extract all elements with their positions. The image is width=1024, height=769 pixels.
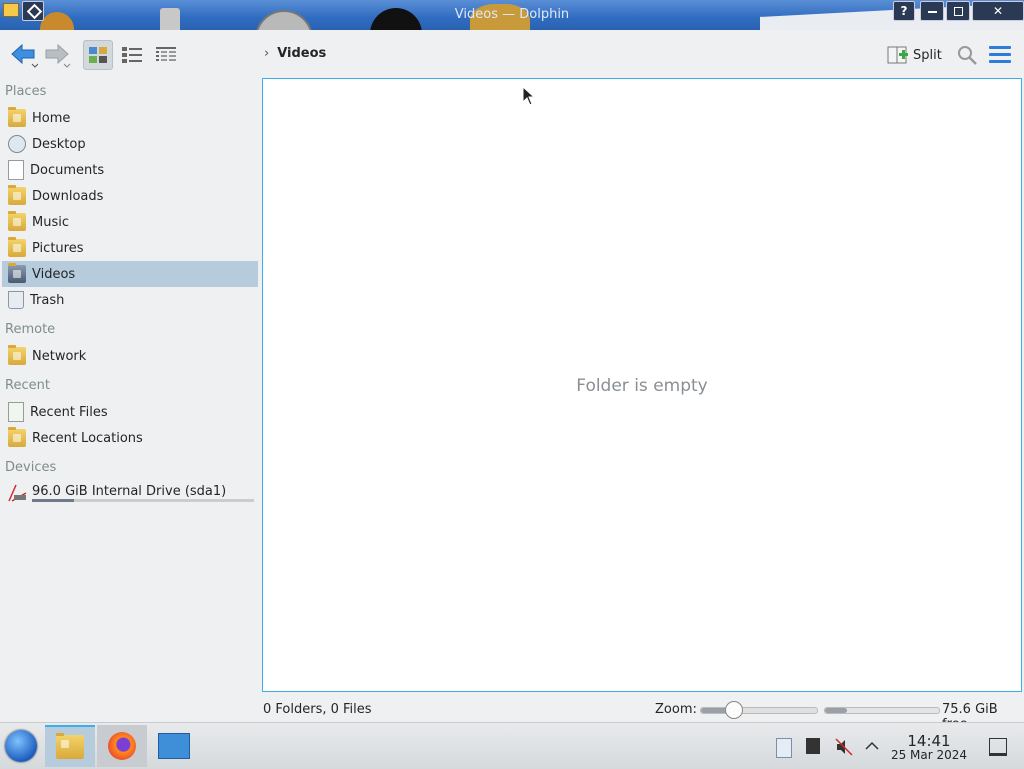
- hamburger-menu-button[interactable]: [989, 46, 1011, 64]
- mouse-cursor-icon: [522, 86, 536, 106]
- recent-locations-icon: [8, 427, 26, 447]
- pictures-folder-icon: [8, 237, 26, 257]
- help-button[interactable]: ?: [893, 1, 915, 21]
- disk-space-fill: [825, 708, 847, 713]
- sidebar-item-documents[interactable]: Documents: [2, 157, 258, 183]
- section-title-places: Places: [5, 84, 47, 99]
- recent-files-icon: [8, 402, 24, 422]
- sidebar-item-recent-files[interactable]: Recent Files: [2, 399, 258, 425]
- breadcrumb-videos[interactable]: Videos: [277, 46, 326, 61]
- volume-muted-icon[interactable]: [835, 738, 853, 756]
- sidebar-item-label: Home: [32, 110, 71, 126]
- music-folder-icon: [8, 211, 26, 231]
- documents-icon: [8, 160, 24, 180]
- start-menu-button[interactable]: [5, 730, 37, 762]
- split-button[interactable]: Split: [887, 44, 942, 66]
- drive-usage-fill: [32, 499, 75, 502]
- sidebar-item-music[interactable]: Music: [2, 209, 258, 235]
- sidebar-item-recent-locations[interactable]: Recent Locations: [2, 425, 258, 451]
- breadcrumb[interactable]: › Videos: [264, 46, 326, 61]
- clipboard-icon[interactable]: [776, 738, 792, 758]
- sidebar-item-label: Videos: [32, 266, 76, 282]
- sidebar-item-label: Trash: [30, 292, 65, 308]
- chevron-up-icon[interactable]: [864, 738, 882, 756]
- sidebar-item-label: Recent Files: [30, 404, 108, 420]
- clock-date[interactable]: 25 Mar 2024: [890, 748, 968, 762]
- window-title: Videos — Dolphin: [454, 7, 570, 22]
- zoom-label: Zoom:: [655, 702, 697, 717]
- compact-view-button[interactable]: [117, 40, 147, 70]
- split-view-icon: [887, 46, 908, 64]
- icons-view-button[interactable]: [83, 40, 113, 70]
- places-panel: Places Home Desktop Documents Downloads …: [0, 78, 260, 698]
- sidebar-item-label: Downloads: [32, 188, 104, 204]
- disk-space-bar: [824, 707, 940, 714]
- sidebar-item-trash[interactable]: Trash: [2, 287, 258, 313]
- system-settings-icon: [158, 733, 190, 759]
- minimize-button[interactable]: [920, 1, 944, 21]
- videos-folder-icon: [8, 263, 26, 283]
- show-desktop-button[interactable]: [989, 738, 1007, 756]
- search-button[interactable]: [956, 44, 978, 66]
- sidebar-item-videos[interactable]: Videos: [2, 261, 258, 287]
- back-button[interactable]: [10, 42, 39, 68]
- section-title-recent: Recent: [5, 378, 50, 393]
- sidebar-item-label: Documents: [30, 162, 105, 178]
- task-dolphin[interactable]: [45, 725, 95, 767]
- zoom-slider[interactable]: [700, 701, 818, 719]
- file-manager-icon: [56, 733, 84, 759]
- compact-view-icon: [122, 47, 142, 63]
- sidebar-item-pictures[interactable]: Pictures: [2, 235, 258, 261]
- downloads-folder-icon: [8, 185, 26, 205]
- network-folder-icon: [8, 345, 26, 365]
- desktop-folder-icon: [8, 135, 26, 153]
- section-title-remote: Remote: [5, 322, 56, 337]
- back-arrow-icon: [11, 43, 39, 68]
- split-label: Split: [913, 47, 942, 63]
- forward-arrow-icon: [45, 43, 71, 68]
- maximize-icon: [953, 7, 963, 16]
- home-folder-icon: [8, 107, 26, 127]
- hamburger-menu-icon: [989, 46, 1011, 63]
- drive-icon: [8, 484, 27, 502]
- window-titlebar[interactable]: Videos — Dolphin ? ✕: [0, 0, 1024, 30]
- section-title-devices: Devices: [5, 460, 57, 475]
- folder-summary: 0 Folders, 0 Files: [263, 702, 372, 717]
- task-system-settings[interactable]: [149, 725, 199, 767]
- taskbar: 14:41 25 Mar 2024: [0, 722, 1024, 769]
- sidebar-item-label: Pictures: [32, 240, 84, 256]
- sidebar-item-label: Desktop: [32, 136, 86, 152]
- forward-button[interactable]: [44, 42, 72, 68]
- task-firefox[interactable]: [97, 725, 147, 767]
- empty-folder-message: Folder is empty: [576, 376, 708, 396]
- trash-icon: [8, 291, 24, 309]
- sidebar-item-label: Music: [32, 214, 69, 230]
- file-view[interactable]: Folder is empty: [262, 78, 1022, 692]
- details-view-button[interactable]: [151, 40, 181, 70]
- search-icon: [958, 46, 977, 65]
- status-bar: 0 Folders, 0 Files Zoom: 75.6 GiB free: [0, 698, 1024, 732]
- sidebar-item-desktop[interactable]: Desktop: [2, 131, 258, 157]
- drive-usage-bar: [32, 499, 254, 502]
- notes-icon[interactable]: [806, 738, 820, 754]
- details-view-icon: [156, 47, 176, 61]
- sidebar-item-label: Recent Locations: [32, 430, 143, 446]
- sidebar-item-downloads[interactable]: Downloads: [2, 183, 258, 209]
- chevron-right-icon: ›: [264, 46, 270, 61]
- firefox-icon: [108, 732, 136, 760]
- sidebar-item-network[interactable]: Network: [2, 343, 258, 369]
- sidebar-item-label: 96.0 GiB Internal Drive (sda1): [32, 484, 227, 499]
- zoom-slider-handle[interactable]: [725, 701, 744, 719]
- minimize-icon: [927, 10, 937, 13]
- icons-view-icon: [89, 47, 107, 63]
- main-toolbar: › Videos Split: [0, 30, 1024, 78]
- sidebar-item-home[interactable]: Home: [2, 105, 258, 131]
- sidebar-item-label: Network: [32, 348, 87, 364]
- maximize-button[interactable]: [946, 1, 970, 21]
- close-button[interactable]: ✕: [972, 1, 1024, 21]
